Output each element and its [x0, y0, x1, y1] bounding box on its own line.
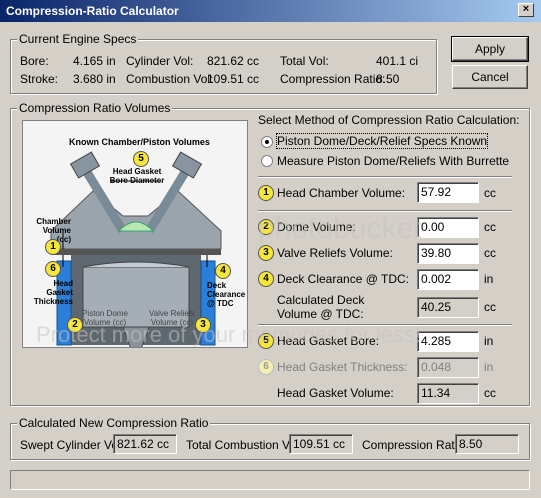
valve-reliefs-volume-unit: cc: [484, 246, 496, 260]
diagram-num-4: 4: [215, 263, 231, 279]
cylinder-vol-label: Cylinder Vol:: [126, 54, 194, 68]
method-option-burrette[interactable]: Measure Piston Dome/Reliefs With Burrett…: [277, 154, 509, 168]
stroke-value: 3.680 in: [73, 72, 116, 86]
separator-3: [258, 324, 512, 326]
method-radio-known[interactable]: [261, 136, 273, 148]
diagram-dome-label: Piston Dome Volume (cc): [82, 309, 128, 327]
window-title: Compression-Ratio Calculator: [6, 4, 179, 18]
total-combustion-vol-output: 109.51 cc: [289, 434, 353, 454]
head-gasket-bore-unit: in: [484, 334, 494, 348]
head-gasket-thickness-label: Head Gasket Thickness:: [277, 360, 408, 374]
head-gasket-thickness-input: 0.048: [417, 357, 479, 378]
swept-cylinder-vol-label: Swept Cylinder Vol:: [20, 438, 125, 452]
head-gasket-bore-label: Head Gasket Bore:: [277, 334, 380, 348]
cancel-button[interactable]: Cancel: [452, 65, 528, 89]
engine-diagram: Known Chamber/Piston Volumes 5 Head Gask…: [22, 120, 248, 348]
combustion-vol-value: 109.51 cc: [207, 72, 260, 86]
diagram-num-5: 5: [133, 151, 149, 167]
field-num-5: 5: [258, 333, 274, 349]
head-gasket-volume-label: Head Gasket Volume:: [277, 386, 394, 400]
total-vol-value: 401.1 ci: [376, 54, 419, 68]
diagram-deck-label: Deck Clearance @ TDC: [207, 281, 246, 308]
title-bar: Compression-Ratio Calculator ×: [0, 0, 541, 22]
stroke-label: Stroke:: [20, 72, 59, 86]
result-compression-ratio-label: Compression Ratio:: [362, 438, 468, 452]
volumes-legend: Compression Ratio Volumes: [17, 101, 173, 115]
diagram-num-1: 1: [45, 239, 61, 255]
diagram-reliefs-label: Valve Reliefs Volume (cc): [148, 309, 196, 327]
compression-ratio-value: 8.50: [376, 72, 400, 86]
close-button[interactable]: ×: [518, 3, 534, 17]
result-legend: Calculated New Compression Ratio: [17, 416, 211, 430]
head-gasket-thickness-unit: in: [484, 360, 494, 374]
separator-1: [258, 176, 512, 178]
dome-volume-label: Dome Volume:: [277, 220, 356, 234]
total-vol-label: Total Vol:: [280, 54, 329, 68]
field-num-2: 2: [258, 219, 274, 235]
head-chamber-volume-label: Head Chamber Volume:: [277, 186, 406, 200]
valve-reliefs-volume-label: Valve Reliefs Volume:: [277, 246, 393, 260]
diagram-gasket-bore-label: Head Gasket Bore Diameter: [109, 167, 165, 185]
valve-reliefs-volume-input[interactable]: 39.80: [417, 243, 479, 264]
field-num-4: 4: [258, 271, 274, 287]
calculated-deck-volume-unit: cc: [484, 300, 496, 314]
compression-ratio-label: Compression Ratio:: [280, 72, 386, 86]
head-gasket-volume-unit: cc: [484, 386, 496, 400]
total-combustion-vol-label: Total Combustion Vol:: [186, 438, 303, 452]
cylinder-vol-value: 821.62 cc: [207, 54, 260, 68]
head-gasket-bore-input[interactable]: 4.285: [417, 331, 479, 352]
head-gasket-volume-output: 11.34: [417, 383, 479, 404]
bore-label: Bore:: [20, 54, 49, 68]
swept-cylinder-vol-output: 821.62 cc: [113, 434, 177, 454]
calculated-deck-volume-label: Calculated Deck Volume @ TDC:: [277, 293, 365, 321]
deck-clearance-input[interactable]: 0.002: [417, 269, 479, 290]
dome-volume-input[interactable]: 0.00: [417, 217, 479, 238]
result-compression-ratio-output: 8.50: [455, 434, 519, 454]
engine-specs-legend: Current Engine Specs: [17, 32, 139, 46]
separator-2: [258, 210, 512, 212]
dome-volume-unit: cc: [484, 220, 496, 234]
diagram-num-3: 3: [195, 317, 211, 333]
status-bar: [10, 470, 530, 490]
method-option-known[interactable]: Piston Dome/Deck/Relief Specs Known: [275, 133, 489, 149]
diagram-gasket-thick-label: Head Gasket Thickness: [33, 279, 73, 306]
head-chamber-volume-input[interactable]: 57.92: [417, 182, 479, 203]
method-label: Select Method of Compression Ratio Calcu…: [258, 113, 520, 127]
deck-clearance-label: Deck Clearance @ TDC:: [277, 272, 409, 286]
diagram-title: Known Chamber/Piston Volumes: [69, 137, 210, 147]
method-radio-burrette[interactable]: [261, 155, 273, 167]
head-chamber-volume-unit: cc: [484, 186, 496, 200]
apply-button[interactable]: Apply: [451, 36, 529, 62]
deck-clearance-unit: in: [484, 272, 494, 286]
field-num-1: 1: [258, 185, 274, 201]
diagram-num-6: 6: [45, 261, 61, 277]
combustion-vol-label: Combustion Vol:: [126, 72, 214, 86]
calculated-deck-volume-output: 40.25: [417, 297, 479, 318]
field-num-6: 6: [258, 359, 274, 375]
diagram-num-2: 2: [67, 317, 83, 333]
field-num-3: 3: [258, 245, 274, 261]
bore-value: 4.165 in: [73, 54, 116, 68]
